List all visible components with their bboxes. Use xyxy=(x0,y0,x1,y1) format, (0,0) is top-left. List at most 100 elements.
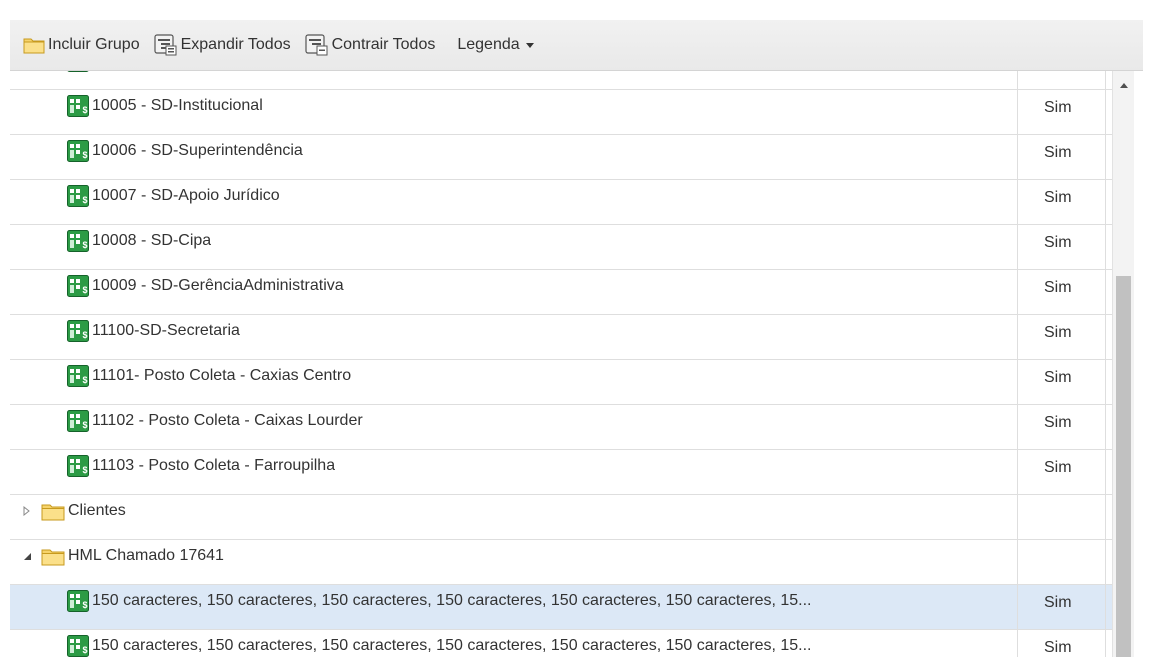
name-cell[interactable]: $11100-SD-Secretaria xyxy=(10,315,1018,359)
svg-text:$: $ xyxy=(83,285,88,295)
collapse-all-button[interactable]: Contrair Todos xyxy=(304,30,436,60)
svg-text:$: $ xyxy=(83,420,88,430)
active-flag-cell: Sim xyxy=(1018,135,1106,179)
name-cell[interactable]: HML Chamado 17641 xyxy=(10,540,1018,584)
tree-row[interactable]: $10004 - SD-CooperadosSim xyxy=(10,71,1114,90)
cost-center-icon: $ xyxy=(67,410,89,432)
svg-text:$: $ xyxy=(83,150,88,160)
item-name: 11100-SD-Secretaria xyxy=(92,322,240,339)
cost-center-icon: $ xyxy=(67,230,89,252)
svg-text:$: $ xyxy=(83,330,88,340)
active-flag-cell: Sim xyxy=(1018,71,1106,89)
name-cell[interactable]: $11101- Posto Coleta - Caxias Centro xyxy=(10,360,1018,404)
svg-text:$: $ xyxy=(83,645,88,655)
folder-icon xyxy=(23,36,45,54)
cost-center-icon: $ xyxy=(67,185,89,207)
name-cell[interactable]: $10009 - SD-GerênciaAdministrativa xyxy=(10,270,1018,314)
expand-all-button[interactable]: Expandir Todos xyxy=(153,30,291,60)
expand-toggle-icon[interactable] xyxy=(13,506,41,516)
name-cell[interactable]: $11103 - Posto Coleta - Farroupilha xyxy=(10,450,1018,494)
name-cell[interactable]: $11102 - Posto Coleta - Caixas Lourder xyxy=(10,405,1018,449)
active-flag-cell: Sim xyxy=(1018,360,1106,404)
cost-center-icon: $ xyxy=(67,590,89,612)
name-cell[interactable]: $10005 - SD-Institucional xyxy=(10,90,1018,134)
item-name: 11101- Posto Coleta - Caxias Centro xyxy=(92,367,352,384)
tree-row[interactable]: $10005 - SD-Institucional Sim xyxy=(10,90,1114,135)
toolbar: Incluir Grupo Expandir Todos Contrair To… xyxy=(10,20,1143,71)
active-flag-cell: Sim xyxy=(1018,225,1106,269)
tree-grid: $10004 - SD-CooperadosSim$10005 - SD-Ins… xyxy=(10,71,1143,657)
group-name: Clientes xyxy=(68,502,126,519)
item-name: 150 caracteres, 150 caracteres, 150 cara… xyxy=(92,592,812,609)
collapse-all-icon xyxy=(304,34,329,56)
name-cell[interactable]: $150 caracteres, 150 caracteres, 150 car… xyxy=(10,630,1018,657)
active-flag-cell: Sim xyxy=(1018,90,1106,134)
scroll-thumb[interactable] xyxy=(1116,276,1131,657)
name-cell[interactable]: $10006 - SD-Superintendência xyxy=(10,135,1018,179)
tree-grid-window: Incluir Grupo Expandir Todos Contrair To… xyxy=(0,0,1153,657)
include-group-label: Incluir Grupo xyxy=(48,36,140,53)
tree-row[interactable]: $150 caracteres, 150 caracteres, 150 car… xyxy=(10,585,1114,630)
tree-row[interactable]: $11101- Posto Coleta - Caxias Centro Sim xyxy=(10,360,1114,405)
tree-row[interactable]: $150 caracteres, 150 caracteres, 150 car… xyxy=(10,630,1114,657)
cost-center-icon: $ xyxy=(67,635,89,657)
item-name: 10009 - SD-GerênciaAdministrativa xyxy=(92,277,344,294)
item-name: 11102 - Posto Coleta - Caixas Lourder xyxy=(92,412,363,429)
collapse-toggle-icon[interactable] xyxy=(13,551,41,561)
include-group-button[interactable]: Incluir Grupo xyxy=(23,30,140,60)
item-name: 10005 - SD-Institucional xyxy=(92,97,263,114)
scroll-up-button[interactable] xyxy=(1113,71,1134,99)
active-flag-cell xyxy=(1018,540,1106,584)
cost-center-icon: $ xyxy=(67,275,89,297)
cost-center-icon: $ xyxy=(67,95,89,117)
active-flag-cell: Sim xyxy=(1018,630,1106,657)
cost-center-icon: $ xyxy=(67,71,89,72)
chevron-down-icon xyxy=(525,43,534,48)
tree-row[interactable]: $10006 - SD-Superintendência Sim xyxy=(10,135,1114,180)
group-name: HML Chamado 17641 xyxy=(68,547,224,564)
svg-text:$: $ xyxy=(83,600,88,610)
active-flag-cell: Sim xyxy=(1018,585,1106,629)
active-flag-cell: Sim xyxy=(1018,180,1106,224)
item-name: 11103 - Posto Coleta - Farroupilha xyxy=(92,457,336,474)
svg-text:$: $ xyxy=(83,105,88,115)
folder-icon xyxy=(41,502,65,521)
legend-dropdown[interactable]: Legenda xyxy=(457,30,534,60)
expand-all-icon xyxy=(153,34,178,56)
expand-all-label: Expandir Todos xyxy=(180,36,291,53)
folder-icon xyxy=(41,547,65,566)
group-row[interactable]: HML Chamado 17641 xyxy=(10,540,1114,585)
svg-text:$: $ xyxy=(83,465,88,475)
svg-text:$: $ xyxy=(83,195,88,205)
tree-row[interactable]: $11103 - Posto Coleta - Farroupilha Sim xyxy=(10,450,1114,495)
name-cell[interactable]: $10007 - SD-Apoio Jurídico xyxy=(10,180,1018,224)
active-flag-cell: Sim xyxy=(1018,450,1106,494)
name-cell[interactable]: Clientes xyxy=(10,495,1018,539)
tree-row[interactable]: $11102 - Posto Coleta - Caixas Lourder Si… xyxy=(10,405,1114,450)
active-flag-cell: Sim xyxy=(1018,405,1106,449)
legend-label: Legenda xyxy=(457,36,520,53)
active-flag-cell: Sim xyxy=(1018,270,1106,314)
name-cell[interactable]: $10004 - SD-Cooperados xyxy=(10,71,1018,89)
item-name: 10008 - SD-Cipa xyxy=(92,232,212,249)
cost-center-icon: $ xyxy=(67,365,89,387)
active-flag-cell: Sim xyxy=(1018,315,1106,359)
tree-row[interactable]: $10008 - SD-Cipa Sim xyxy=(10,225,1114,270)
cost-center-icon: $ xyxy=(67,320,89,342)
tree-row[interactable]: $10007 - SD-Apoio Jurídico Sim xyxy=(10,180,1114,225)
vertical-scrollbar[interactable] xyxy=(1112,71,1134,657)
tree-row[interactable]: $10009 - SD-GerênciaAdministrativa Sim xyxy=(10,270,1114,315)
collapse-all-label: Contrair Todos xyxy=(331,36,436,53)
item-name: 10007 - SD-Apoio Jurídico xyxy=(92,187,280,204)
tree-row[interactable]: $11100-SD-Secretaria Sim xyxy=(10,315,1114,360)
svg-text:$: $ xyxy=(83,375,88,385)
item-name: 150 caracteres, 150 caracteres, 150 cara… xyxy=(92,637,812,654)
item-name: 10006 - SD-Superintendência xyxy=(92,142,303,159)
name-cell[interactable]: $10008 - SD-Cipa xyxy=(10,225,1018,269)
cost-center-icon: $ xyxy=(67,455,89,477)
arrow-up-icon xyxy=(1119,82,1128,88)
group-row[interactable]: Clientes xyxy=(10,495,1114,540)
active-flag-cell xyxy=(1018,495,1106,539)
name-cell[interactable]: $150 caracteres, 150 caracteres, 150 car… xyxy=(10,585,1018,629)
svg-text:$: $ xyxy=(83,240,88,250)
